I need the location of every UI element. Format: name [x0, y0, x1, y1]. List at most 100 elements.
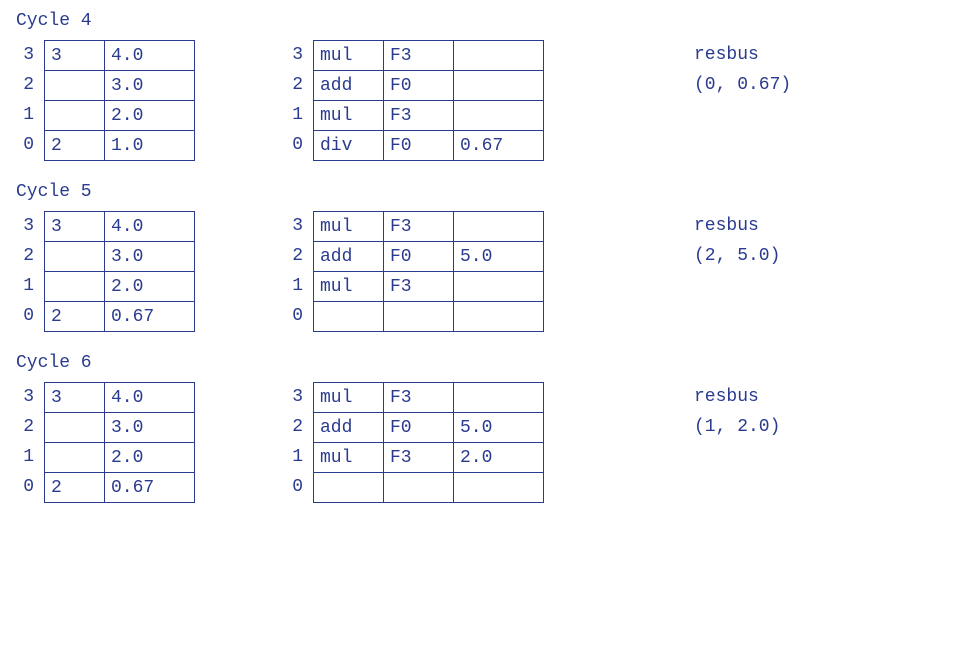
right-cell: 0.67 [454, 131, 544, 161]
left-cell [45, 413, 105, 443]
right-cell: mul [314, 41, 384, 71]
left-cell: 2.0 [105, 272, 195, 302]
right-cell: div [314, 131, 384, 161]
cycle-title: Cycle 6 [16, 354, 951, 372]
left-cell: 4.0 [105, 212, 195, 242]
right-cell [454, 41, 544, 71]
left-row-index: 1 [16, 271, 44, 301]
right-row-index: 0 [285, 130, 313, 160]
resbus-label: resbus [694, 382, 780, 412]
right-cell: mul [314, 443, 384, 473]
right-cell [454, 212, 544, 242]
left-cell [45, 242, 105, 272]
right-cell [314, 473, 384, 503]
cycle-block: Cycle 5321034.03.02.020.673210mulF3addF0… [16, 183, 951, 332]
table-row: mulF32.0 [314, 443, 544, 473]
right-cell: F3 [384, 212, 454, 242]
table-row: 3.0 [45, 71, 195, 101]
cycle-body: 321034.03.02.020.673210mulF3addF05.0mulF… [16, 382, 951, 503]
left-cell: 3 [45, 212, 105, 242]
right-cell: F0 [384, 71, 454, 101]
right-row-index: 1 [285, 100, 313, 130]
table-row: 21.0 [45, 131, 195, 161]
left-cell [45, 101, 105, 131]
left-table-block: 321034.03.02.020.67 [16, 382, 195, 503]
right-row-index: 2 [285, 412, 313, 442]
left-row-index: 0 [16, 130, 44, 160]
right-cell [454, 473, 544, 503]
left-cell: 4.0 [105, 41, 195, 71]
left-row-index: 3 [16, 382, 44, 412]
right-row-index: 1 [285, 442, 313, 472]
resbus-label: resbus [694, 40, 791, 70]
right-cell [454, 272, 544, 302]
right-cell: add [314, 242, 384, 272]
table-row: 20.67 [45, 473, 195, 503]
left-cell: 3.0 [105, 71, 195, 101]
right-table-block: 3210mulF3addF05.0mulF3 [285, 211, 544, 332]
table-row: addF05.0 [314, 242, 544, 272]
right-cell: 5.0 [454, 242, 544, 272]
right-cell: mul [314, 272, 384, 302]
right-cell: add [314, 71, 384, 101]
left-cell [45, 272, 105, 302]
left-row-index: 0 [16, 301, 44, 331]
table-row: 3.0 [45, 242, 195, 272]
left-table: 34.03.02.021.0 [44, 40, 195, 161]
right-row-index: 3 [285, 211, 313, 241]
left-cell [45, 71, 105, 101]
table-row: 3.0 [45, 413, 195, 443]
table-row: 2.0 [45, 272, 195, 302]
table-row [314, 302, 544, 332]
right-cell: 2.0 [454, 443, 544, 473]
right-cell: mul [314, 383, 384, 413]
right-cell [454, 101, 544, 131]
right-cell: F3 [384, 443, 454, 473]
left-index-col: 3210 [16, 40, 44, 160]
resbus-block: resbus(1, 2.0) [694, 382, 780, 442]
left-cell: 0.67 [105, 302, 195, 332]
left-row-index: 2 [16, 412, 44, 442]
left-index-col: 3210 [16, 211, 44, 331]
left-cell: 2.0 [105, 101, 195, 131]
left-table-block: 321034.03.02.021.0 [16, 40, 195, 161]
left-table: 34.03.02.020.67 [44, 382, 195, 503]
table-row: mulF3 [314, 212, 544, 242]
right-row-index: 1 [285, 271, 313, 301]
resbus-block: resbus(2, 5.0) [694, 211, 780, 271]
right-cell: F3 [384, 41, 454, 71]
resbus-label: resbus [694, 211, 780, 241]
left-row-index: 2 [16, 241, 44, 271]
right-cell [384, 473, 454, 503]
left-row-index: 2 [16, 70, 44, 100]
table-row [314, 473, 544, 503]
table-row: 34.0 [45, 383, 195, 413]
right-index-col: 3210 [285, 40, 313, 160]
right-cell: F3 [384, 101, 454, 131]
resbus-value: (0, 0.67) [694, 70, 791, 100]
right-row-index: 0 [285, 472, 313, 502]
right-cell: mul [314, 101, 384, 131]
left-cell: 2 [45, 302, 105, 332]
left-cell: 0.67 [105, 473, 195, 503]
right-table: mulF3addF05.0mulF3 [313, 211, 544, 332]
left-cell: 1.0 [105, 131, 195, 161]
table-row: mulF3 [314, 272, 544, 302]
left-table: 34.03.02.020.67 [44, 211, 195, 332]
left-table-block: 321034.03.02.020.67 [16, 211, 195, 332]
table-row: mulF3 [314, 383, 544, 413]
resbus-value: (1, 2.0) [694, 412, 780, 442]
table-row: 34.0 [45, 41, 195, 71]
right-cell: F0 [384, 131, 454, 161]
right-row-index: 2 [285, 241, 313, 271]
table-row: mulF3 [314, 41, 544, 71]
table-row: 20.67 [45, 302, 195, 332]
right-cell [454, 71, 544, 101]
left-cell: 4.0 [105, 383, 195, 413]
right-row-index: 0 [285, 301, 313, 331]
right-cell: 5.0 [454, 413, 544, 443]
cycle-block: Cycle 4321034.03.02.021.03210mulF3addF0m… [16, 12, 951, 161]
right-table: mulF3addF05.0mulF32.0 [313, 382, 544, 503]
right-row-index: 2 [285, 70, 313, 100]
left-row-index: 1 [16, 442, 44, 472]
